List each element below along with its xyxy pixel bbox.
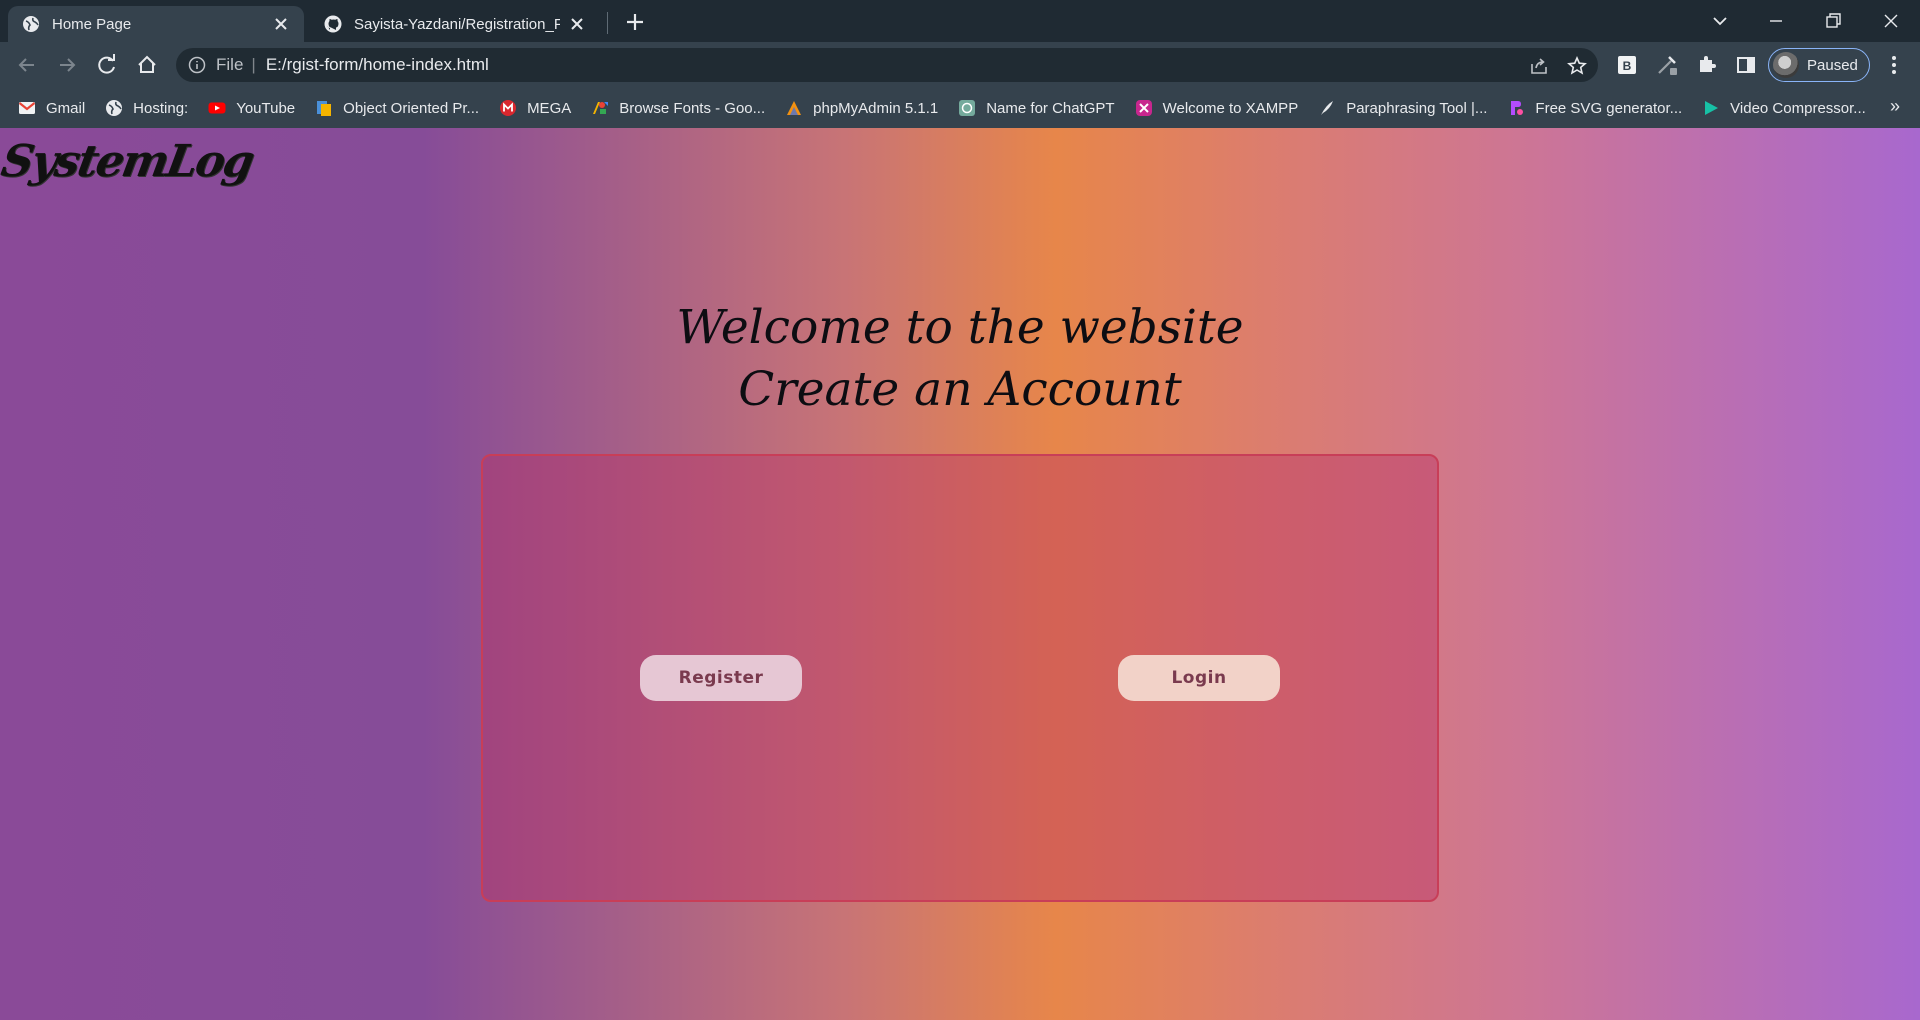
extensions-puzzle-icon[interactable] <box>1692 51 1720 79</box>
page-viewport: SystemLog Welcome to the website Create … <box>0 128 1920 1020</box>
minimize-icon[interactable] <box>1762 7 1790 35</box>
youtube-icon <box>208 102 226 114</box>
share-icon[interactable] <box>1528 55 1550 77</box>
reload-icon[interactable] <box>93 51 121 79</box>
home-icon[interactable] <box>133 51 161 79</box>
browser-toolbar: File | E:/rgist-form/home-index.html B P… <box>0 42 1920 88</box>
scheme-separator: | <box>251 55 256 74</box>
close-icon[interactable] <box>568 15 586 33</box>
side-panel-icon[interactable] <box>1732 51 1760 79</box>
tab-separator <box>607 12 608 34</box>
new-tab-icon[interactable] <box>622 9 648 35</box>
close-icon[interactable] <box>272 15 290 33</box>
bookmarks-bar: Gmail Hosting: YouTube Object Oriented P… <box>0 88 1920 128</box>
profile-button[interactable]: Paused <box>1768 48 1870 82</box>
page-title: Welcome to the website <box>676 300 1244 355</box>
profile-status: Paused <box>1807 56 1858 74</box>
account-card <box>481 454 1439 902</box>
globe-icon <box>106 100 123 116</box>
svg-generator-icon <box>1511 101 1524 115</box>
bookmark-label: Browse Fonts - Goo... <box>619 99 766 117</box>
bookmark-object-oriented[interactable]: Object Oriented Pr... <box>315 99 479 117</box>
bookmark-chatgpt[interactable]: Name for ChatGPT <box>958 99 1115 117</box>
bookmarks-overflow-button[interactable]: » <box>1890 96 1900 117</box>
page-subtitle: Create an Account <box>738 362 1182 417</box>
bookmark-video-compressor[interactable]: Video Compressor... <box>1702 99 1866 117</box>
bookmark-hosting[interactable]: Hosting: <box>105 99 188 117</box>
site-logo[interactable]: SystemLog <box>0 136 257 187</box>
address-bar[interactable]: File | E:/rgist-form/home-index.html <box>176 48 1598 82</box>
bookmark-svg-generator[interactable]: Free SVG generator... <box>1507 99 1682 117</box>
forward-icon[interactable] <box>53 51 81 79</box>
info-icon[interactable] <box>188 56 206 74</box>
chatgpt-icon <box>959 100 976 116</box>
tab-home-page[interactable]: Home Page <box>8 6 304 42</box>
github-icon <box>324 15 342 33</box>
globe-icon <box>23 16 39 32</box>
back-icon[interactable] <box>13 51 41 79</box>
bookmark-phpmyadmin[interactable]: phpMyAdmin 5.1.1 <box>785 99 938 117</box>
tab-strip: Home Page Sayista-Yazdani/Registration_F… <box>0 0 1920 42</box>
bookmark-label: Gmail <box>46 99 86 117</box>
scheme-label: File <box>216 55 244 74</box>
bookmark-label: Object Oriented Pr... <box>343 99 480 117</box>
tab-title: Home Page <box>52 15 132 33</box>
more-menu-icon[interactable] <box>1880 51 1908 79</box>
bookmark-label: Hosting: <box>133 99 189 117</box>
feather-icon <box>1321 101 1334 115</box>
bookmark-gmail[interactable]: Gmail <box>18 99 85 117</box>
extension-b-icon[interactable]: B <box>1613 51 1641 79</box>
bookmark-google-fonts[interactable]: Browse Fonts - Goo... <box>591 99 765 117</box>
bookmark-label: YouTube <box>236 99 296 117</box>
bookmark-label: Name for ChatGPT <box>986 99 1115 117</box>
mega-icon <box>500 100 517 116</box>
bookmark-mega[interactable]: MEGA <box>499 99 571 117</box>
register-button[interactable]: Register <box>640 655 802 701</box>
bookmark-paraphrasing[interactable]: Paraphrasing Tool |... <box>1318 99 1487 117</box>
tab-github-repo[interactable]: Sayista-Yazdani/Registration_Form <box>310 6 600 42</box>
bookmark-label: Free SVG generator... <box>1535 99 1683 117</box>
bookmark-star-icon[interactable] <box>1566 55 1588 77</box>
google-fonts-icon <box>593 102 609 114</box>
tab-search-icon[interactable] <box>1706 7 1734 35</box>
restore-icon[interactable] <box>1819 7 1847 35</box>
bookmark-youtube[interactable]: YouTube <box>208 99 295 117</box>
play-icon <box>1705 101 1719 115</box>
bookmark-label: Paraphrasing Tool |... <box>1346 99 1488 117</box>
bookmark-label: phpMyAdmin 5.1.1 <box>813 99 939 117</box>
xampp-icon <box>1135 100 1152 116</box>
bookmark-label: Welcome to XAMPP <box>1162 99 1299 117</box>
eyedropper-extension-icon[interactable] <box>1653 51 1681 79</box>
gmail-icon <box>18 102 36 114</box>
bookmark-xampp[interactable]: Welcome to XAMPP <box>1135 99 1299 117</box>
avatar <box>1773 52 1799 78</box>
tab-title: Sayista-Yazdani/Registration_Form <box>354 15 560 33</box>
book-icon <box>317 101 332 116</box>
phpmyadmin-icon <box>787 101 802 115</box>
login-button[interactable]: Login <box>1118 655 1280 701</box>
bookmark-label: MEGA <box>527 99 572 117</box>
svg-text:B: B <box>1623 59 1632 73</box>
close-window-icon[interactable] <box>1877 7 1905 35</box>
bookmark-label: Video Compressor... <box>1730 99 1866 117</box>
url-text[interactable]: E:/rgist-form/home-index.html <box>266 55 489 75</box>
